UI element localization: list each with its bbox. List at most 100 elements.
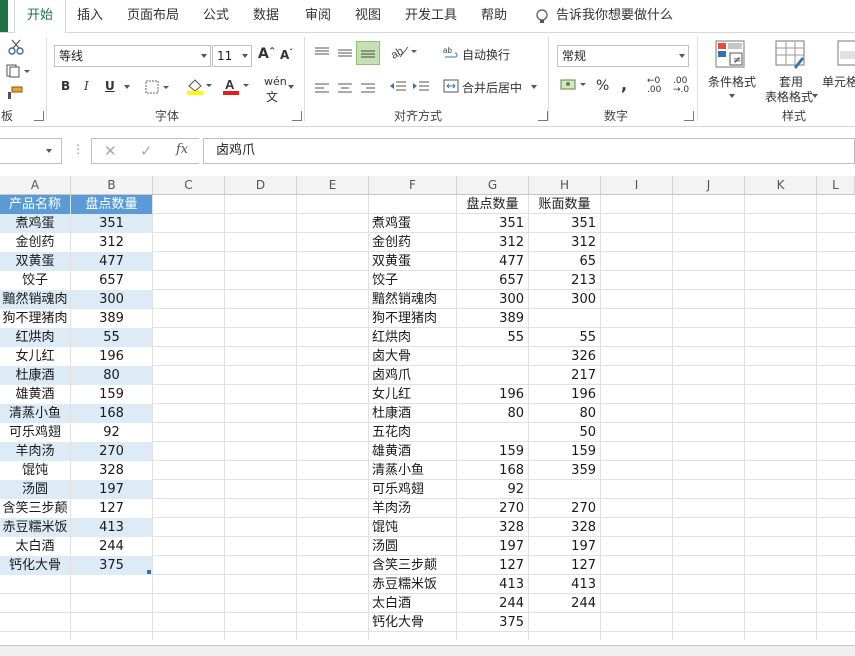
count-cell[interactable]: 477 — [71, 252, 152, 271]
merge-center-button[interactable]: 合并后居中 — [462, 79, 522, 96]
column-header-g[interactable]: G — [457, 176, 529, 194]
column-header-f[interactable]: F — [369, 176, 457, 194]
product-name-cell[interactable]: 双黄蛋 — [369, 252, 456, 271]
column-header-h[interactable]: H — [529, 176, 601, 194]
tab-review[interactable]: 审阅 — [298, 0, 338, 32]
format-painter-icon[interactable] — [6, 85, 24, 104]
tab-page-layout[interactable]: 页面布局 — [120, 0, 186, 32]
product-name-cell[interactable]: 狗不理猪肉 — [0, 309, 70, 328]
count-cell[interactable]: 197 — [71, 480, 152, 499]
product-name-cell[interactable]: 双黄蛋 — [0, 252, 70, 271]
italic-icon[interactable]: I — [84, 79, 89, 93]
phonetic-icon[interactable]: wén 文 — [264, 75, 287, 105]
number-format-dropdown[interactable]: 常规 — [557, 45, 689, 67]
book-count-cell[interactable]: 159 — [529, 442, 600, 461]
product-name-cell[interactable]: 饺子 — [369, 271, 456, 290]
tab-help[interactable]: 帮助 — [474, 0, 514, 32]
product-name-cell[interactable]: 杜康酒 — [369, 404, 456, 423]
percent-icon[interactable]: % — [596, 78, 609, 94]
column-header-e[interactable]: E — [297, 176, 369, 194]
product-name-cell[interactable]: 太白酒 — [0, 537, 70, 556]
header-cell-count[interactable]: 盘点数量 — [71, 195, 152, 214]
orientation-icon[interactable]: ab — [389, 43, 418, 63]
cell-styles-button[interactable]: 单元格 — [822, 73, 855, 90]
count-cell[interactable]: 389 — [71, 309, 152, 328]
count-cell[interactable]: 300 — [457, 290, 528, 309]
align-right-icon[interactable] — [360, 79, 376, 98]
wrap-text-button[interactable]: 自动换行 — [462, 46, 510, 63]
count-cell[interactable] — [457, 347, 528, 366]
product-name-cell[interactable]: 五花肉 — [369, 423, 456, 442]
count-cell[interactable]: 389 — [457, 309, 528, 328]
product-name-cell[interactable]: 雄黄酒 — [369, 442, 456, 461]
product-name-cell[interactable]: 饺子 — [0, 271, 70, 290]
copy-icon[interactable] — [6, 63, 32, 82]
book-count-cell[interactable] — [529, 613, 600, 632]
book-count-cell[interactable]: 197 — [529, 537, 600, 556]
product-name-cell[interactable]: 女儿红 — [0, 347, 70, 366]
column-header-l[interactable]: L — [817, 176, 855, 194]
book-count-cell[interactable]: 80 — [529, 404, 600, 423]
count-cell[interactable]: 127 — [457, 556, 528, 575]
book-count-cell[interactable]: 300 — [529, 290, 600, 309]
wrap-text-icon[interactable]: ab — [443, 45, 459, 65]
count-cell[interactable]: 413 — [457, 575, 528, 594]
count-cell[interactable]: 375 — [71, 556, 152, 575]
count-cell[interactable]: 92 — [457, 480, 528, 499]
book-count-cell[interactable]: 65 — [529, 252, 600, 271]
count-cell[interactable]: 244 — [457, 594, 528, 613]
decrease-decimal-icon[interactable]: .00 →.0 — [673, 77, 689, 95]
count-cell[interactable]: 312 — [457, 233, 528, 252]
font-launcher[interactable] — [292, 111, 302, 121]
product-name-cell[interactable]: 可乐鸡翅 — [0, 423, 70, 442]
decrease-indent-icon[interactable] — [389, 78, 407, 97]
align-top-icon[interactable] — [314, 45, 330, 64]
tab-home[interactable]: 开始 — [14, 0, 66, 33]
product-name-cell[interactable]: 金创药 — [369, 233, 456, 252]
product-name-cell[interactable]: 羊肉汤 — [0, 442, 70, 461]
sheet-tab-bar[interactable] — [0, 645, 855, 656]
book-count-cell[interactable]: 217 — [529, 366, 600, 385]
product-name-cell[interactable]: 煮鸡蛋 — [0, 214, 70, 233]
product-name-cell[interactable]: 馄饨 — [369, 518, 456, 537]
product-name-cell[interactable]: 女儿红 — [369, 385, 456, 404]
product-name-cell[interactable]: 汤圆 — [0, 480, 70, 499]
product-name-cell[interactable]: 狗不理猪肉 — [369, 309, 456, 328]
product-name-cell[interactable]: 雄黄酒 — [0, 385, 70, 404]
borders-icon[interactable] — [145, 79, 171, 98]
count-cell[interactable]: 244 — [71, 537, 152, 556]
product-name-cell[interactable]: 赤豆糯米饭 — [369, 575, 456, 594]
count-cell[interactable]: 159 — [71, 385, 152, 404]
count-cell[interactable]: 196 — [457, 385, 528, 404]
underline-icon[interactable]: U — [105, 79, 115, 93]
column-header-a[interactable]: A — [0, 176, 71, 194]
font-color-icon[interactable]: A — [222, 77, 250, 99]
product-name-cell[interactable]: 黯然销魂肉 — [0, 290, 70, 309]
count-cell[interactable]: 413 — [71, 518, 152, 537]
count-cell[interactable] — [457, 423, 528, 442]
book-count-cell[interactable]: 312 — [529, 233, 600, 252]
count-cell[interactable]: 80 — [71, 366, 152, 385]
column-header-d[interactable]: D — [225, 176, 297, 194]
conditional-format-button[interactable]: 条件格式 — [706, 73, 758, 90]
product-name-cell[interactable]: 黯然销魂肉 — [369, 290, 456, 309]
book-count-cell[interactable]: 351 — [529, 214, 600, 233]
name-box[interactable] — [0, 138, 62, 164]
table-resize-handle[interactable] — [147, 570, 151, 574]
tab-view[interactable]: 视图 — [348, 0, 388, 32]
enter-icon[interactable]: ✓ — [140, 142, 153, 160]
count-cell[interactable]: 270 — [71, 442, 152, 461]
count-cell[interactable]: 657 — [457, 271, 528, 290]
column-header-j[interactable]: J — [673, 176, 745, 194]
count-cell[interactable]: 657 — [71, 271, 152, 290]
column-header-c[interactable]: C — [153, 176, 225, 194]
product-name-cell[interactable]: 馄饨 — [0, 461, 70, 480]
book-count-cell[interactable]: 50 — [529, 423, 600, 442]
worksheet-grid[interactable]: 产品名称 盘点数量 煮鸡蛋 351 金创药 312 双黄蛋 477 饺子 657 黯然销魂肉 300 狗… — [0, 195, 855, 640]
count-cell[interactable]: 270 — [457, 499, 528, 518]
header-cell-count[interactable]: 盘点数量 — [457, 195, 528, 214]
product-name-cell[interactable]: 羊肉汤 — [369, 499, 456, 518]
cancel-icon[interactable]: ✕ — [104, 142, 117, 160]
count-cell[interactable]: 80 — [457, 404, 528, 423]
count-cell[interactable]: 477 — [457, 252, 528, 271]
